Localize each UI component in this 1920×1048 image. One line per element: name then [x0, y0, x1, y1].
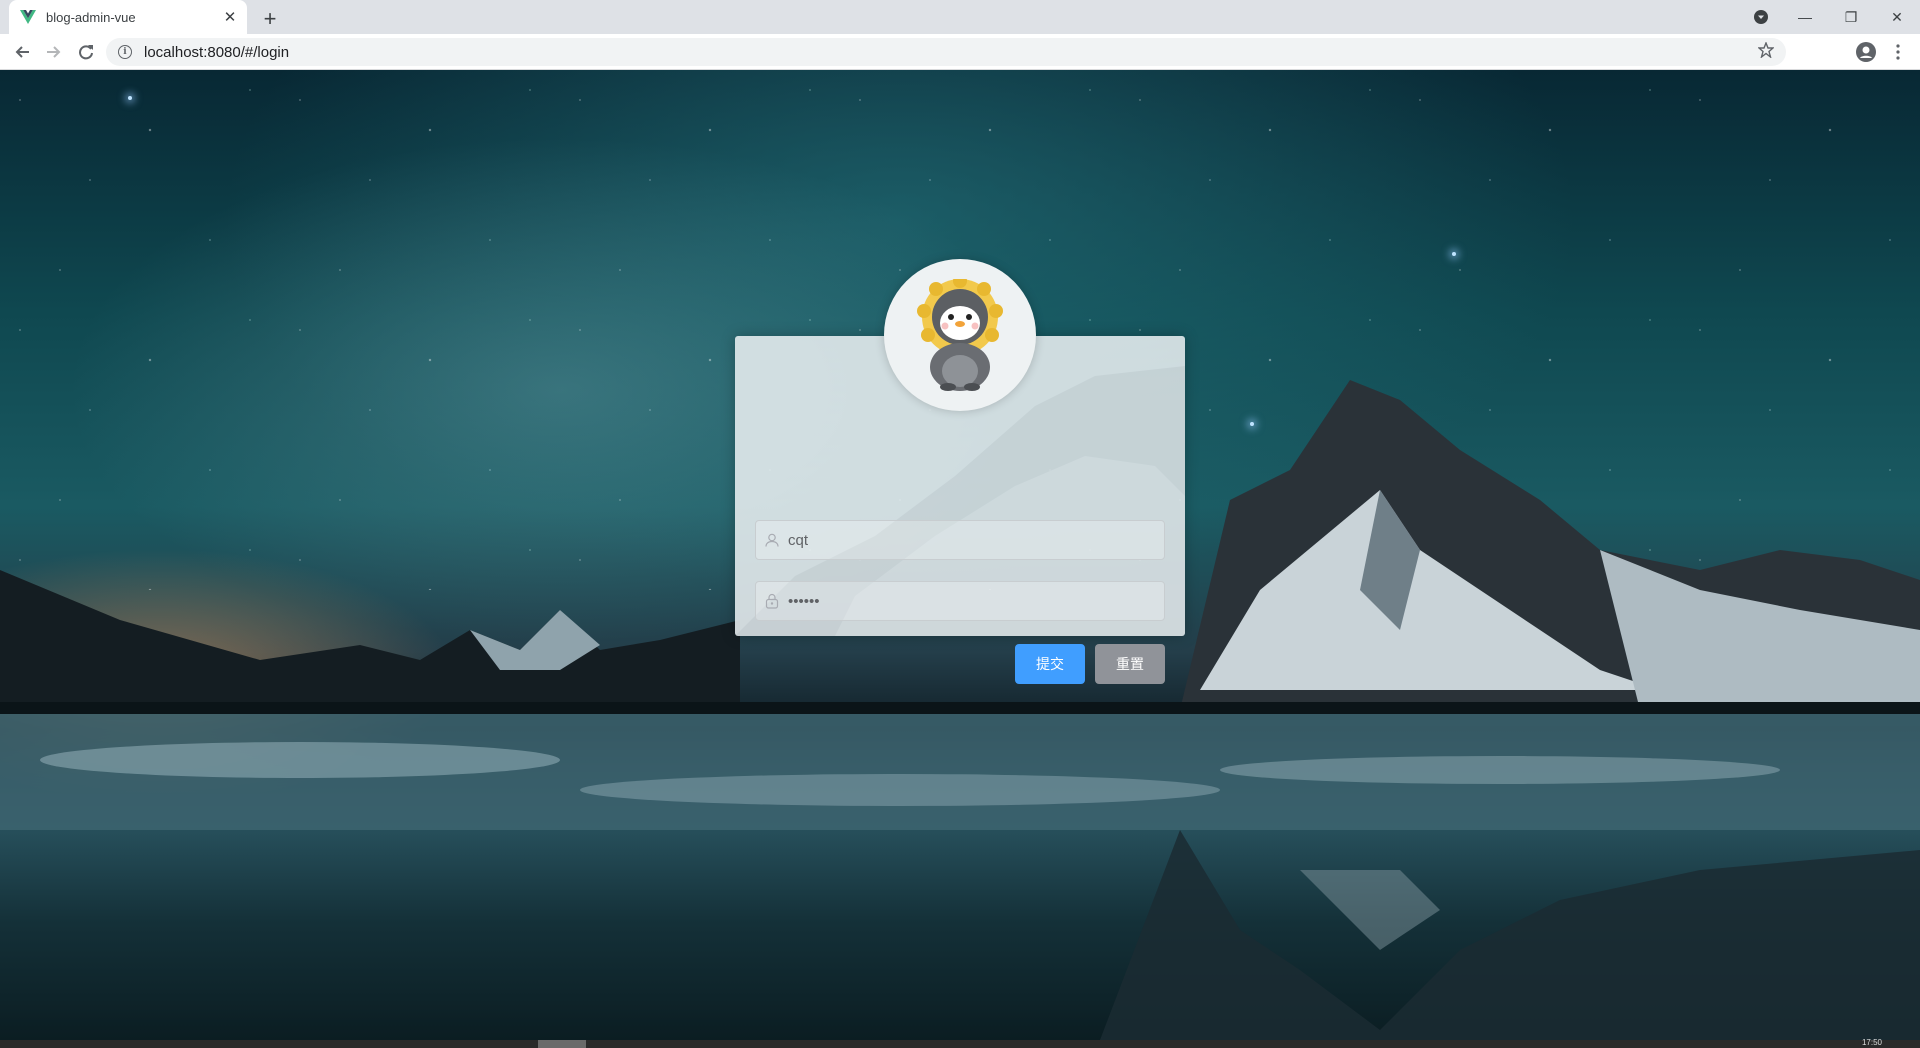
profile-avatar-icon[interactable] — [1852, 38, 1880, 66]
reload-icon[interactable] — [72, 38, 100, 66]
minimize-button[interactable]: — — [1782, 0, 1828, 34]
new-tab-button[interactable]: + — [256, 5, 284, 33]
password-field[interactable] — [755, 581, 1165, 621]
taskbar-clock: 17:50 — [1861, 1038, 1882, 1047]
close-window-button[interactable]: ✕ — [1874, 0, 1920, 34]
tab-close-icon[interactable]: ✕ — [219, 6, 241, 28]
vue-logo-icon — [19, 8, 37, 26]
tab-title: blog-admin-vue — [46, 9, 136, 25]
site-info-icon[interactable]: i — [118, 45, 132, 59]
browser-tab-strip: blog-admin-vue ✕ + — ❐ ✕ — [0, 0, 1920, 34]
penguin-avatar-icon — [917, 279, 1003, 391]
taskbar-app-button[interactable] — [538, 1040, 586, 1048]
user-avatar — [884, 259, 1036, 411]
user-icon — [756, 533, 788, 547]
reset-button[interactable]: 重置 — [1095, 644, 1165, 684]
address-bar[interactable]: i localhost:8080/#/login — [106, 38, 1786, 66]
os-taskbar: 17:50 — [0, 1038, 1920, 1048]
forward-arrow-icon[interactable] — [40, 38, 68, 66]
lock-icon — [756, 593, 788, 609]
url-text[interactable]: localhost:8080/#/login — [144, 44, 1754, 61]
username-field[interactable] — [755, 520, 1165, 560]
browser-tab[interactable]: blog-admin-vue ✕ — [9, 0, 247, 34]
password-input[interactable] — [788, 582, 1164, 620]
username-input[interactable] — [788, 521, 1164, 559]
submit-button[interactable]: 提交 — [1015, 644, 1085, 684]
tab-search-icon[interactable] — [1738, 0, 1784, 34]
bookmark-star-icon[interactable] — [1754, 40, 1778, 63]
browser-menu-icon[interactable] — [1884, 38, 1912, 66]
back-arrow-icon[interactable] — [8, 38, 36, 66]
restore-button[interactable]: ❐ — [1828, 0, 1874, 34]
browser-toolbar: i localhost:8080/#/login — [0, 34, 1920, 70]
